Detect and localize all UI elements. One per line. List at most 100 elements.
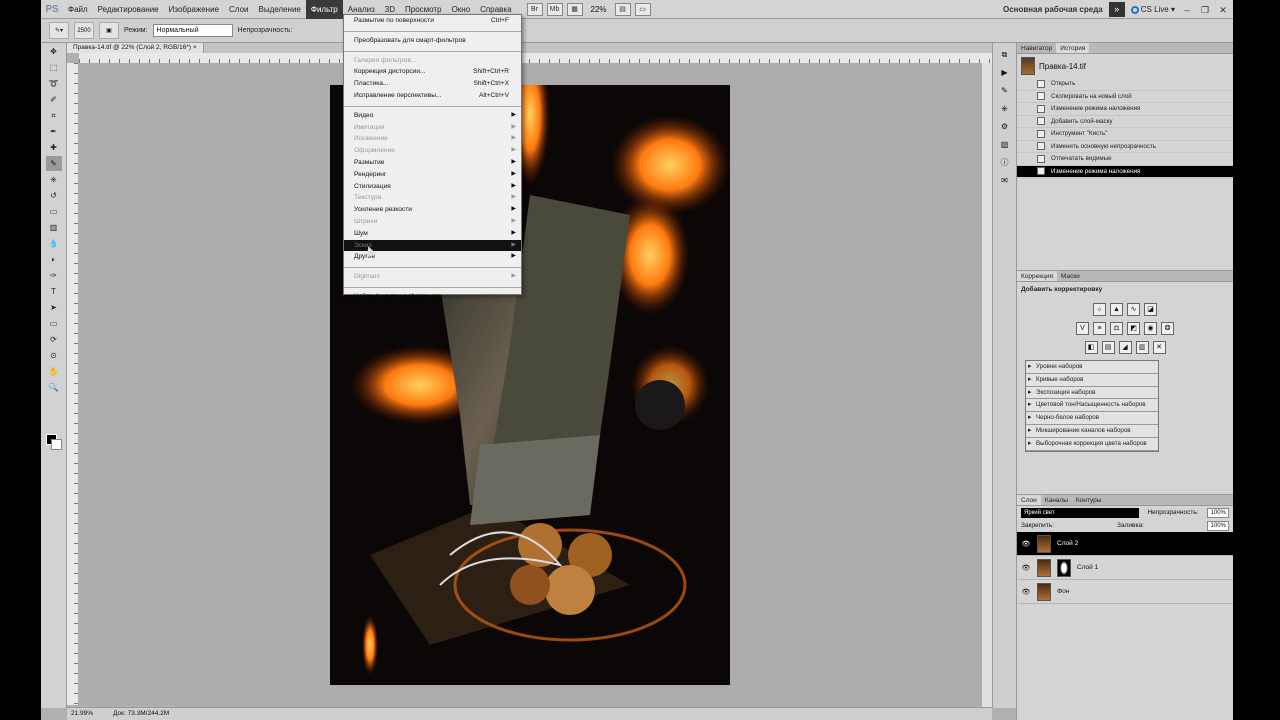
brightness-icon[interactable]: ☼	[1093, 303, 1106, 316]
history-item[interactable]: Изменение режима наложения	[1017, 103, 1233, 116]
filter-menu-item[interactable]: Размытие ▶	[344, 157, 521, 169]
posterize-icon[interactable]: ▤	[1101, 341, 1115, 354]
filter-menu-item[interactable]: Видео ▶	[344, 110, 521, 122]
visibility-eye-icon[interactable]: 👁	[1021, 564, 1031, 572]
tab-masks[interactable]: Маски	[1057, 271, 1084, 281]
layer-row[interactable]: 👁 Фон	[1017, 580, 1233, 604]
tab-navigator[interactable]: Навигатор	[1017, 43, 1056, 53]
tab-layers[interactable]: Слои	[1017, 495, 1041, 505]
brush-size-picker[interactable]: 2500	[74, 22, 94, 39]
history-item[interactable]: Изменить основную непрозрачность	[1017, 141, 1233, 153]
cslive-button[interactable]: CS Live ▾	[1130, 5, 1175, 14]
tab-paths[interactable]: Контуры	[1072, 495, 1106, 505]
layer-mask-thumbnail[interactable]	[1057, 558, 1071, 577]
curves-icon[interactable]: ∿	[1127, 303, 1140, 316]
history-snapshot[interactable]: Правка-14.tif	[1017, 54, 1233, 78]
move-tool-icon[interactable]: ✥	[46, 44, 62, 59]
history-panel-icon[interactable]: ⧉	[998, 48, 1012, 61]
invert-icon[interactable]: ◧	[1084, 341, 1098, 354]
brush-panel-toggle-icon[interactable]: ▣	[99, 22, 119, 39]
styles-panel-icon[interactable]: ▧	[998, 138, 1012, 151]
workspace-label[interactable]: Основная рабочая среда	[1003, 5, 1103, 14]
crop-tool-icon[interactable]: ⌗	[46, 108, 62, 123]
quick-select-tool-icon[interactable]: ✐	[46, 92, 62, 107]
vertical-scrollbar[interactable]	[982, 63, 992, 707]
close-icon[interactable]: ✕	[1217, 4, 1229, 16]
view-extras-icon[interactable]: ▦	[566, 2, 583, 16]
filter-menu-item[interactable]: Коррекция дисторсии... Shift+Ctrl+R	[344, 66, 521, 78]
filter-menu-item[interactable]: Усиление резкости ▶	[344, 204, 521, 216]
layer-row[interactable]: 👁 Слой 1	[1017, 556, 1233, 580]
eyedropper-tool-icon[interactable]: ✒	[46, 124, 62, 139]
filter-menu-item[interactable]: Преобразовать для смарт-фильтров	[344, 35, 521, 47]
document-tab[interactable]: Правка-14.tif @ 22% (Слой 2, RGB/16*) ×	[67, 43, 204, 53]
marquee-tool-icon[interactable]: ⬚	[46, 60, 62, 75]
exposure-icon[interactable]: ◪	[1144, 303, 1157, 316]
path-select-tool-icon[interactable]: ➤	[46, 300, 62, 315]
minimize-icon[interactable]: –	[1181, 4, 1193, 16]
healing-tool-icon[interactable]: ✚	[46, 140, 62, 155]
history-item[interactable]: Открыть	[1017, 78, 1233, 91]
mode-select[interactable]: Нормальный	[152, 24, 233, 37]
vibrance-icon[interactable]: V	[1076, 322, 1089, 335]
history-brush-tool-icon[interactable]: ↺	[46, 188, 62, 203]
history-item[interactable]: Инструмент "Кисть"	[1017, 128, 1233, 141]
bridge-icon[interactable]: Br	[526, 2, 543, 16]
menu-0[interactable]: Файл	[63, 0, 93, 19]
menu-4[interactable]: Выделение	[253, 0, 305, 19]
dodge-tool-icon[interactable]: ◐	[46, 252, 62, 267]
selective-color-icon[interactable]: ✕	[1152, 341, 1166, 354]
info-panel-icon[interactable]: ⓘ	[998, 156, 1012, 169]
lasso-tool-icon[interactable]: ➰	[46, 76, 62, 91]
shape-tool-icon[interactable]: ▭	[46, 316, 62, 331]
canvas-area[interactable]	[78, 63, 992, 705]
history-item[interactable]: Изменение режима наложения	[1017, 165, 1233, 178]
menu-5[interactable]: Фильтр	[305, 0, 343, 19]
preset-item[interactable]: Уровни наборов	[1026, 361, 1158, 374]
zoom-tool-icon[interactable]: 🔍	[46, 380, 62, 395]
status-zoom[interactable]: 21.99%	[71, 708, 93, 720]
pen-tool-icon[interactable]: ✑	[46, 268, 62, 283]
brush-preset-icon[interactable]: ✎▾	[49, 22, 69, 39]
actions-panel-icon[interactable]: ▶	[998, 66, 1012, 79]
preset-item[interactable]: Кривые наборов	[1026, 374, 1158, 387]
menu-2[interactable]: Изображение	[164, 0, 224, 19]
type-tool-icon[interactable]: T	[46, 284, 62, 299]
workspace-expand-icon[interactable]: »	[1108, 2, 1125, 17]
notes-panel-icon[interactable]: ✉	[998, 174, 1012, 187]
visibility-eye-icon[interactable]: 👁	[1021, 588, 1031, 596]
restore-icon[interactable]: ❐	[1199, 4, 1211, 16]
blend-mode-select[interactable]: Яркий свет	[1021, 507, 1139, 518]
tab-channels[interactable]: Каналы	[1041, 495, 1072, 505]
hue-saturation-icon[interactable]: ≡	[1093, 322, 1106, 335]
filter-menu-item[interactable]: Исправление перспективы... Alt+Ctrl+V	[344, 90, 521, 102]
filter-menu-item[interactable]: Рендеринг ▶	[344, 169, 521, 181]
fill-input[interactable]: 100%	[1206, 520, 1229, 531]
filter-menu-item[interactable]: Стилизация ▶	[344, 181, 521, 193]
menu-1[interactable]: Редактирование	[93, 0, 164, 19]
layer-opacity-input[interactable]: 100%	[1206, 507, 1229, 518]
blur-tool-icon[interactable]: 💧	[46, 236, 62, 251]
preset-item[interactable]: Цветовой тон/Насыщенность наборов	[1026, 399, 1158, 413]
history-item[interactable]: Скопировать на новый слой	[1017, 91, 1233, 103]
gradient-map-icon[interactable]: ▥	[1135, 341, 1149, 354]
eraser-tool-icon[interactable]: ▭	[46, 204, 62, 219]
menu-3[interactable]: Слои	[224, 0, 253, 19]
3d-orbit-tool-icon[interactable]: ⊙	[46, 348, 62, 363]
filter-menu-item[interactable]: Пластика... Shift+Ctrl+X	[344, 78, 521, 90]
history-item[interactable]: Добавить слой-маску	[1017, 116, 1233, 128]
preset-item[interactable]: Микширование каналов наборов	[1026, 425, 1158, 438]
filter-menu-item[interactable]: Шум ▶	[344, 228, 521, 240]
gradient-tool-icon[interactable]: ▥	[46, 220, 62, 235]
preset-item[interactable]: Черно-белое наборов	[1026, 412, 1158, 425]
zoom-value[interactable]: 22%	[591, 5, 607, 14]
screen-mode-icon[interactable]: ▭	[634, 2, 651, 16]
layer-row[interactable]: 👁 Слой 2	[1017, 532, 1233, 556]
tab-adjustments[interactable]: Коррекция	[1017, 271, 1057, 281]
3d-rotate-tool-icon[interactable]: ⟳	[46, 332, 62, 347]
tool-presets-icon[interactable]: ⚙	[998, 120, 1012, 133]
channel-mixer-icon[interactable]: ❂	[1161, 322, 1174, 335]
tab-close-icon[interactable]: ×	[193, 44, 197, 51]
stamp-tool-icon[interactable]: ⎈	[46, 172, 62, 187]
brush-presets-icon[interactable]: ✎	[998, 84, 1012, 97]
